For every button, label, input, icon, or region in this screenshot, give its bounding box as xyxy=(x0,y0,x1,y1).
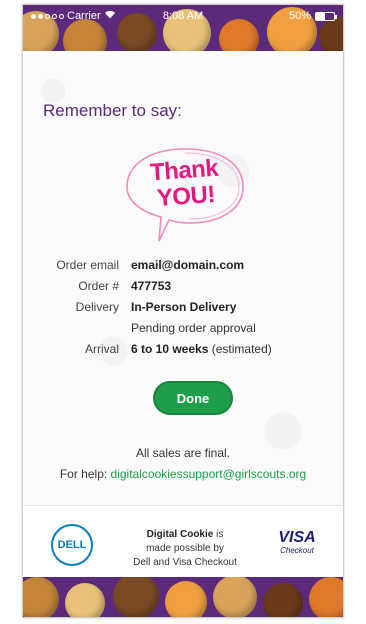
delivery-value: In-Person Delivery xyxy=(131,299,237,314)
thank-you-bubble: Thank YOU! xyxy=(123,145,247,245)
cookie-decoration xyxy=(165,581,207,617)
arrival-label: Arrival xyxy=(84,341,119,356)
delivery-status-value: Pending order approval xyxy=(131,320,256,335)
order-details: Order email email@domain.com Order # 477… xyxy=(23,254,343,359)
cookie-decoration xyxy=(213,577,257,617)
status-bar: Carrier 8:08 AM 50% xyxy=(23,5,343,27)
order-number-label: Order # xyxy=(78,278,119,293)
cookie-decoration xyxy=(309,577,343,617)
help-prefix: For help: xyxy=(59,467,111,481)
dell-logo-icon: DELL xyxy=(51,524,93,566)
order-number-row: Order # 477753 xyxy=(23,275,343,296)
arrival-suffix: (estimated) xyxy=(208,341,272,356)
done-button[interactable]: Done xyxy=(153,381,233,415)
order-email-value: email@domain.com xyxy=(131,257,245,272)
phone-screen: Carrier 8:08 AM 50% Remember to say: Tha… xyxy=(22,4,344,618)
battery-percent: 50% xyxy=(288,10,311,22)
arrival-row: Arrival 6 to 10 weeks (estimated) xyxy=(23,338,343,359)
cookie-decoration xyxy=(65,583,105,617)
wifi-icon xyxy=(104,10,116,22)
delivery-row: Delivery In-Person Delivery xyxy=(23,296,343,317)
cookie-decoration xyxy=(263,583,303,617)
carrier-name: Carrier xyxy=(67,10,101,22)
delivery-status-row: Pending order approval xyxy=(23,317,343,338)
sponsor-text: Digital Cookie is made possible by Dell … xyxy=(133,529,237,568)
visa-checkout-logo-icon: VISA Checkout xyxy=(278,529,316,556)
brand-name: Digital Cookie xyxy=(146,529,214,540)
arrival-value: 6 to 10 weeks xyxy=(131,341,209,356)
help-line: For help: digitalcookiessupport@girlscou… xyxy=(23,467,343,481)
support-email-link[interactable]: digitalcookiessupport@girlscouts.org xyxy=(111,467,307,481)
cookie-banner-bottom xyxy=(23,577,343,617)
battery-icon xyxy=(314,11,337,21)
remember-heading: Remember to say: xyxy=(43,101,182,120)
thank-you-text: Thank YOU! xyxy=(129,154,240,213)
confirmation-panel: Remember to say: Thank YOU! Order email … xyxy=(23,51,343,505)
final-note: All sales are final. xyxy=(135,446,231,460)
order-email-row: Order email email@domain.com xyxy=(23,254,343,275)
cookie-decoration xyxy=(23,577,59,617)
delivery-label: Delivery xyxy=(75,299,119,314)
signal-dots-icon xyxy=(31,13,64,19)
sponsor-footer: DELL Digital Cookie is made possible by … xyxy=(23,505,343,579)
status-time: 8:08 AM xyxy=(162,10,204,22)
order-email-label: Order email xyxy=(56,257,119,272)
order-number-value: 477753 xyxy=(131,278,172,293)
cookie-decoration xyxy=(113,577,159,617)
